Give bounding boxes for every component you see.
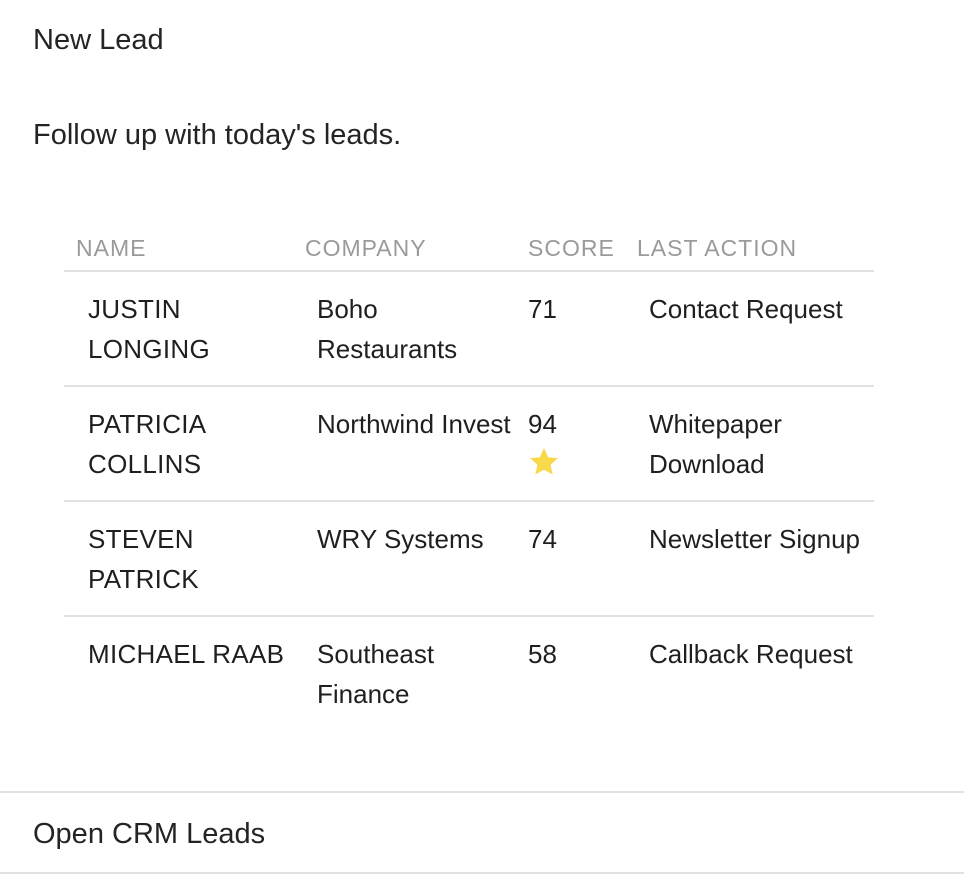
- table-row[interactable]: PATRICIA COLLINS Northwind Invest 94 Whi…: [64, 386, 874, 502]
- lead-score-value: 71: [528, 294, 557, 324]
- lead-score: 58: [516, 616, 625, 730]
- lead-name: STEVEN PATRICK: [64, 501, 293, 617]
- card-subtitle: Follow up with today's leads.: [33, 119, 402, 151]
- lead-company: WRY Systems: [293, 501, 516, 617]
- lead-score-value: 94: [528, 409, 557, 439]
- lead-last-action: Whitepaper Download: [625, 386, 874, 502]
- table-row[interactable]: STEVEN PATRICK WRY Systems 74 Newsletter…: [64, 501, 874, 617]
- table-row[interactable]: JUSTIN LONGING Boho Restaurants 71 Conta…: [64, 271, 874, 387]
- lead-score: 74: [516, 501, 625, 617]
- lead-score-value: 74: [528, 524, 557, 554]
- open-crm-leads-link[interactable]: Open CRM Leads: [33, 816, 265, 852]
- lead-last-action: Newsletter Signup: [625, 501, 874, 617]
- lead-name: PATRICIA COLLINS: [64, 386, 293, 502]
- lead-score: 71: [516, 271, 625, 387]
- column-header-name: NAME: [64, 226, 293, 272]
- lead-company: Boho Restaurants: [293, 271, 516, 387]
- table-row[interactable]: MICHAEL RAAB Southeast Finance 58 Callba…: [64, 616, 874, 730]
- footer-divider: [0, 791, 964, 793]
- lead-score-value: 58: [528, 639, 557, 669]
- leads-table: NAME COMPANY SCORE LAST ACTION JUSTIN LO…: [64, 226, 874, 730]
- column-header-last-action: LAST ACTION: [625, 226, 874, 272]
- lead-name: MICHAEL RAAB: [88, 639, 285, 669]
- lead-last-action: Callback Request: [649, 639, 853, 669]
- lead-score: 94: [516, 386, 625, 502]
- table-header-row: NAME COMPANY SCORE LAST ACTION: [64, 226, 874, 272]
- lead-last-action: Contact Request: [625, 271, 874, 387]
- card-title: New Lead: [33, 24, 164, 56]
- lead-name: JUSTIN LONGING: [64, 271, 293, 387]
- column-header-score: SCORE: [516, 226, 625, 272]
- star-icon: [530, 448, 558, 475]
- column-header-company: COMPANY: [293, 226, 516, 272]
- lead-company: Northwind Invest: [293, 386, 516, 502]
- star-icon-shape: [530, 448, 558, 475]
- lead-company: Southeast Finance: [317, 639, 435, 709]
